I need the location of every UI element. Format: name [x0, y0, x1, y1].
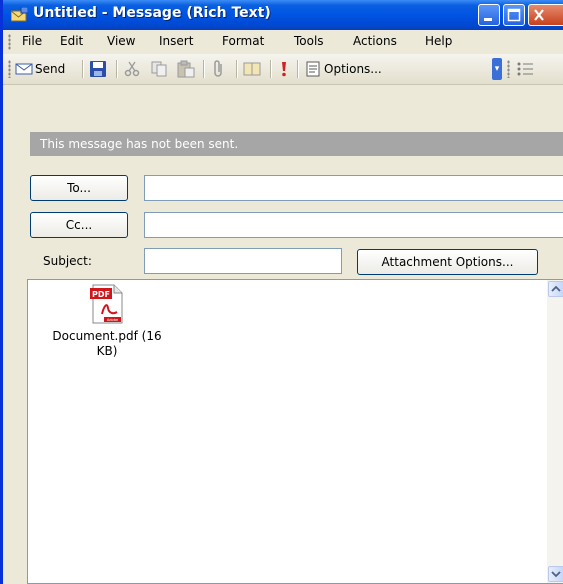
message-body[interactable]: PDF Adobe Document.pdf (16 KB) — [27, 279, 563, 584]
close-icon — [534, 9, 544, 21]
minimize-icon — [484, 18, 492, 21]
pdf-icon: PDF Adobe — [90, 284, 123, 324]
address-book-icon — [243, 62, 261, 76]
maximize-icon — [507, 8, 521, 22]
paste-button[interactable] — [177, 58, 195, 80]
cc-button[interactable]: Cc... — [30, 212, 128, 238]
maximize-button[interactable] — [503, 4, 525, 26]
scroll-down-button[interactable] — [548, 566, 563, 582]
standard-toolbar: Send Options... ▾ — [3, 54, 563, 85]
paste-icon — [177, 60, 195, 78]
cut-icon — [124, 61, 140, 77]
save-icon — [90, 61, 106, 77]
cc-field[interactable] — [144, 212, 563, 238]
importance-high-button[interactable] — [279, 58, 289, 80]
chevron-down-icon: ▾ — [494, 64, 500, 74]
toolbar-spacer — [3, 85, 563, 132]
toolbar-separator — [116, 60, 118, 78]
options-button[interactable]: Options... — [305, 58, 382, 80]
scroll-up-button[interactable] — [548, 281, 563, 297]
menu-insert[interactable]: Insert — [159, 34, 193, 48]
menu-tools[interactable]: Tools — [294, 34, 324, 48]
send-icon — [15, 63, 33, 75]
window-title: Untitled - Message (Rich Text) — [33, 5, 271, 21]
scroll-down-icon — [551, 571, 561, 578]
paperclip-icon — [214, 60, 222, 77]
minimize-button[interactable] — [478, 4, 500, 26]
menu-view[interactable]: View — [107, 34, 135, 48]
window-icon — [11, 7, 28, 22]
pdf-badge-label: PDF — [92, 290, 110, 299]
menu-file[interactable]: File — [22, 34, 42, 48]
formatting-toolbar-grip[interactable] — [507, 60, 510, 78]
menu-grip[interactable] — [8, 34, 11, 50]
vertical-scrollbar[interactable] — [547, 280, 563, 583]
copy-icon — [151, 61, 167, 77]
attach-file-button[interactable] — [211, 58, 227, 80]
scroll-up-icon — [551, 285, 561, 292]
toolbar-grip[interactable] — [8, 60, 11, 78]
bullets-button[interactable] — [516, 58, 534, 80]
subject-label: Subject: — [43, 254, 92, 268]
subject-field[interactable] — [144, 248, 342, 274]
importance-icon — [282, 62, 286, 77]
info-bar: This message has not been sent. — [30, 132, 563, 156]
toolbar-separator — [203, 60, 205, 78]
close-button[interactable] — [528, 4, 563, 26]
menu-help[interactable]: Help — [425, 34, 452, 48]
menu-actions[interactable]: Actions — [353, 34, 397, 48]
send-label: Send — [35, 62, 66, 76]
attachment-options-button[interactable]: Attachment Options... — [357, 249, 538, 275]
copy-button[interactable] — [151, 58, 167, 80]
send-button[interactable]: Send — [15, 58, 65, 80]
pdf-brand-label: Adobe — [107, 318, 119, 322]
menu-bar: File Edit View Insert Format Tools Actio… — [3, 30, 563, 54]
menu-format[interactable]: Format — [222, 34, 264, 48]
options-icon — [306, 61, 320, 77]
save-button[interactable] — [89, 58, 107, 80]
attachment-name: Document.pdf (16 KB) — [52, 329, 162, 358]
message-window: Untitled - Message (Rich Text) File Edit… — [0, 0, 563, 584]
address-book-button[interactable] — [243, 58, 261, 80]
toolbar-separator — [270, 60, 272, 78]
toolbar-separator — [236, 60, 238, 78]
cut-button[interactable] — [124, 58, 140, 80]
toolbar-separator — [82, 60, 84, 78]
attachment-item[interactable]: PDF Adobe Document.pdf (16 KB) — [42, 284, 172, 359]
bullets-icon — [517, 62, 533, 76]
options-label: Options... — [324, 62, 382, 76]
to-field[interactable] — [144, 175, 563, 201]
to-button[interactable]: To... — [30, 175, 128, 201]
toolbar-overflow-button[interactable]: ▾ — [492, 58, 502, 80]
toolbar-separator — [297, 60, 299, 78]
menu-edit[interactable]: Edit — [60, 34, 83, 48]
title-bar[interactable]: Untitled - Message (Rich Text) — [3, 0, 563, 30]
